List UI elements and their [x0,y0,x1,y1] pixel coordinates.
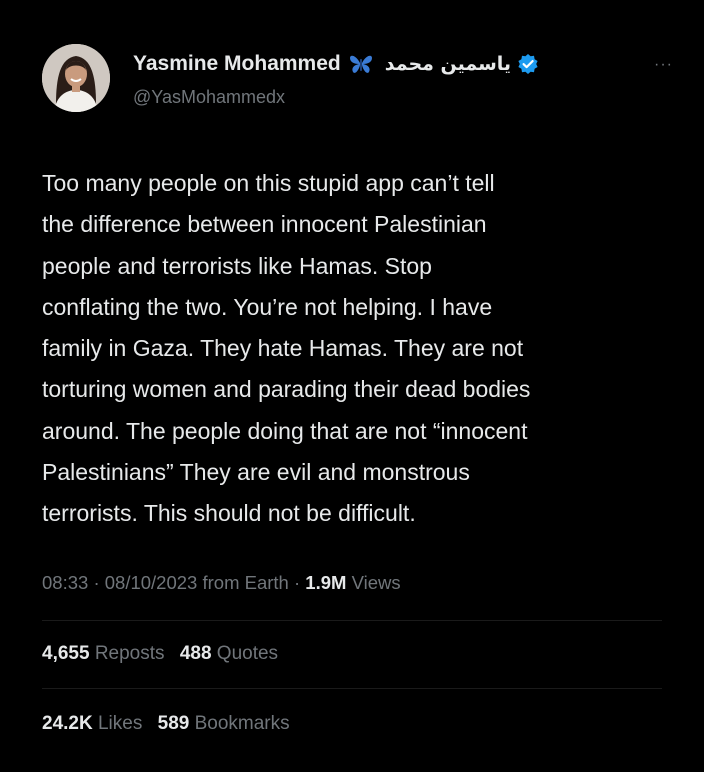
bookmarks-stat[interactable]: 589 Bookmarks [158,713,290,735]
engagement-row-reposts: 4,655 Reposts 488 Quotes [42,643,288,665]
tweet-time[interactable]: 08:33 [42,572,88,593]
tweet-card: Yasmine Mohammed ياسمين محمد ··· @YasMoh… [0,0,704,772]
arabic-display-name[interactable]: ياسمين محمد [385,53,511,75]
butterfly-icon [349,53,373,75]
tweet-date[interactable]: 08/10/2023 [105,572,198,593]
user-handle[interactable]: @YasMohammedx [133,87,285,108]
bookmarks-label: Bookmarks [194,713,290,734]
quotes-count: 488 [179,643,212,664]
engagement-row-likes: 24.2K Likes 589 Bookmarks [42,713,300,735]
tweet-source: from Earth [202,572,289,593]
display-name[interactable]: Yasmine Mohammed [133,52,341,76]
tweet-text: Too many people on this stupid app can’t… [42,170,531,527]
divider [42,688,662,689]
quotes-stat[interactable]: 488 Quotes [180,643,278,665]
tweet-meta: 08:33 · 08/10/2023 from Earth · 1.9M Vie… [42,572,401,594]
reposts-stat[interactable]: 4,655 Reposts [42,643,165,665]
avatar[interactable] [42,44,110,112]
reposts-count: 4,655 [42,643,90,664]
name-row: Yasmine Mohammed ياسمين محمد [133,52,539,76]
meta-separator: · [293,572,301,593]
views-count: 1.9M [305,572,347,593]
likes-count: 24.2K [42,713,93,734]
likes-stat[interactable]: 24.2K Likes [42,713,142,735]
more-options-icon[interactable]: ··· [654,56,673,74]
quotes-label: Quotes [216,643,279,664]
avatar-photo [42,44,110,112]
meta-separator: · [93,572,100,593]
views-label: Views [351,572,401,593]
likes-label: Likes [97,713,143,734]
reposts-label: Reposts [94,643,165,664]
bookmarks-count: 589 [157,713,190,734]
verified-badge-icon [517,53,539,75]
divider [42,620,662,621]
